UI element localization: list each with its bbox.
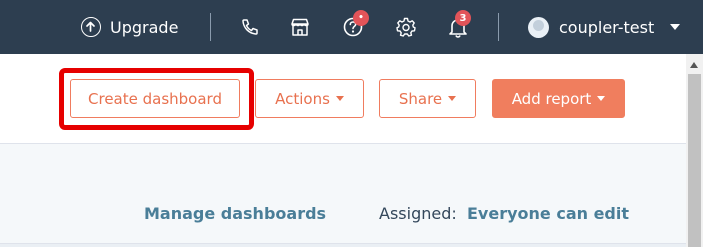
avatar xyxy=(528,16,549,38)
account-name: coupler-test xyxy=(559,17,655,37)
upgrade-label: Upgrade xyxy=(110,17,179,37)
assigned-access-link[interactable]: Everyone can edit xyxy=(467,204,629,223)
content-divider xyxy=(0,243,686,247)
topbar-divider xyxy=(210,13,211,41)
chevron-down-icon xyxy=(448,96,457,101)
share-dropdown-button[interactable]: Share xyxy=(379,79,476,118)
vertical-scrollbar[interactable] xyxy=(686,54,703,247)
phone-icon[interactable] xyxy=(238,15,262,39)
manage-dashboards-link[interactable]: Manage dashboards xyxy=(144,204,326,223)
share-label: Share xyxy=(398,89,443,108)
scrollbar-thumb[interactable] xyxy=(688,74,701,247)
marketplace-icon[interactable] xyxy=(288,15,312,39)
topbar-divider xyxy=(498,13,499,41)
account-menu[interactable]: coupler-test xyxy=(528,0,681,54)
settings-gear-icon[interactable] xyxy=(394,15,418,39)
chevron-down-icon xyxy=(597,96,606,101)
chevron-down-icon xyxy=(335,96,344,101)
chevron-down-icon xyxy=(670,24,681,30)
upgrade-button[interactable]: Upgrade xyxy=(81,0,178,54)
upgrade-arrow-icon xyxy=(81,17,101,37)
actions-label: Actions xyxy=(275,89,330,108)
dashboard-content: Manage dashboards Assigned: Everyone can… xyxy=(0,145,686,247)
highlight-box xyxy=(59,68,254,130)
add-report-dropdown-button[interactable]: Add report xyxy=(492,79,625,118)
scroll-up-arrow-icon[interactable] xyxy=(690,62,698,68)
top-navigation-bar: Upgrade • 3 coupler-test xyxy=(0,0,703,54)
assigned-label: Assigned: xyxy=(379,204,457,223)
help-notification-badge: • xyxy=(353,10,369,26)
notifications-count-badge: 3 xyxy=(455,10,471,26)
add-report-label: Add report xyxy=(511,89,592,108)
actions-dropdown-button[interactable]: Actions xyxy=(255,79,364,118)
